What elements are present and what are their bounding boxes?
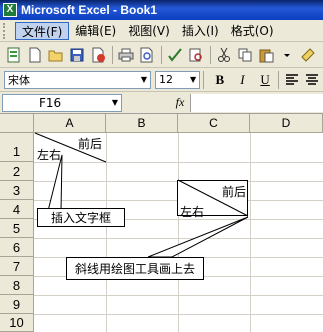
research-icon[interactable] <box>186 45 206 65</box>
toolbar-separator <box>210 45 211 64</box>
insert-function-icon[interactable]: fx <box>170 95 190 110</box>
excel-app-icon[interactable]: X <box>3 3 17 17</box>
menu-file[interactable]: 文件(F) <box>15 21 70 40</box>
name-box[interactable]: F16 ▼ <box>2 93 122 112</box>
font-name-value: 宋体 <box>8 73 30 87</box>
font-name-select[interactable]: 宋体 ▼ <box>4 70 151 89</box>
menu-view[interactable]: 视图(V) <box>122 22 176 40</box>
toolbar-separator <box>277 70 279 89</box>
align-left-icon[interactable] <box>282 70 302 90</box>
excel-doc-icon[interactable] <box>4 45 24 65</box>
menu-bar: 文件(F) 编辑(E) 视图(V) 插入(I) 格式(O) <box>0 20 323 42</box>
chevron-down-icon[interactable]: ▼ <box>109 95 121 111</box>
standard-toolbar <box>0 42 323 68</box>
cut-icon[interactable] <box>214 45 234 65</box>
name-box-value: F16 <box>39 95 62 110</box>
italic-button[interactable]: I <box>233 70 253 90</box>
formatting-toolbar: 宋体 ▼ 12 ▼ B I U <box>0 68 323 92</box>
callout-pointer-drawing <box>147 216 249 258</box>
copy-icon[interactable] <box>235 45 255 65</box>
diagonal-line-a1[interactable] <box>34 132 107 163</box>
format-painter-icon[interactable] <box>298 45 318 65</box>
toolbar-separator <box>203 70 205 89</box>
title-bar: X Microsoft Excel - Book1 <box>0 0 323 20</box>
font-size-value: 12 <box>158 73 173 86</box>
formula-input[interactable] <box>190 93 323 112</box>
bold-button[interactable]: B <box>210 70 230 90</box>
print-icon[interactable] <box>116 45 136 65</box>
paste-icon[interactable] <box>256 45 276 65</box>
menu-edit[interactable]: 编辑(E) <box>69 22 122 40</box>
chevron-down-icon[interactable]: ▼ <box>138 72 150 88</box>
callout-pointer-textbox <box>47 154 63 212</box>
formula-bar: F16 ▼ fx <box>0 92 323 114</box>
new-icon[interactable] <box>25 45 45 65</box>
chevron-down-icon[interactable]: ▼ <box>187 72 199 88</box>
window-title: Microsoft Excel - Book1 <box>21 3 158 17</box>
spelling-icon[interactable] <box>165 45 185 65</box>
save-icon[interactable] <box>67 45 87 65</box>
underline-button[interactable]: U <box>255 70 275 90</box>
menu-insert[interactable]: 插入(I) <box>176 22 225 40</box>
font-size-select[interactable]: 12 ▼ <box>154 70 201 89</box>
worksheet-grid[interactable]: A B C D 1 2 3 4 5 6 7 8 9 10 前后 左右 前后 左右… <box>0 114 323 332</box>
diagonal-line-box[interactable] <box>177 179 249 217</box>
callout-draw-diagonal[interactable]: 斜线用绘图工具画上去 <box>66 257 204 280</box>
align-center-icon[interactable] <box>302 70 322 90</box>
menu-format[interactable]: 格式(O) <box>225 22 280 40</box>
toolbar-separator <box>112 45 113 64</box>
callout-insert-textbox[interactable]: 插入文字框 <box>37 208 125 227</box>
open-icon[interactable] <box>46 45 66 65</box>
paste-dropdown-icon[interactable] <box>277 45 297 65</box>
menu-grip[interactable] <box>3 22 15 39</box>
toolbar-separator <box>161 45 162 64</box>
print-preview-icon[interactable] <box>137 45 157 65</box>
permission-icon[interactable] <box>88 45 108 65</box>
